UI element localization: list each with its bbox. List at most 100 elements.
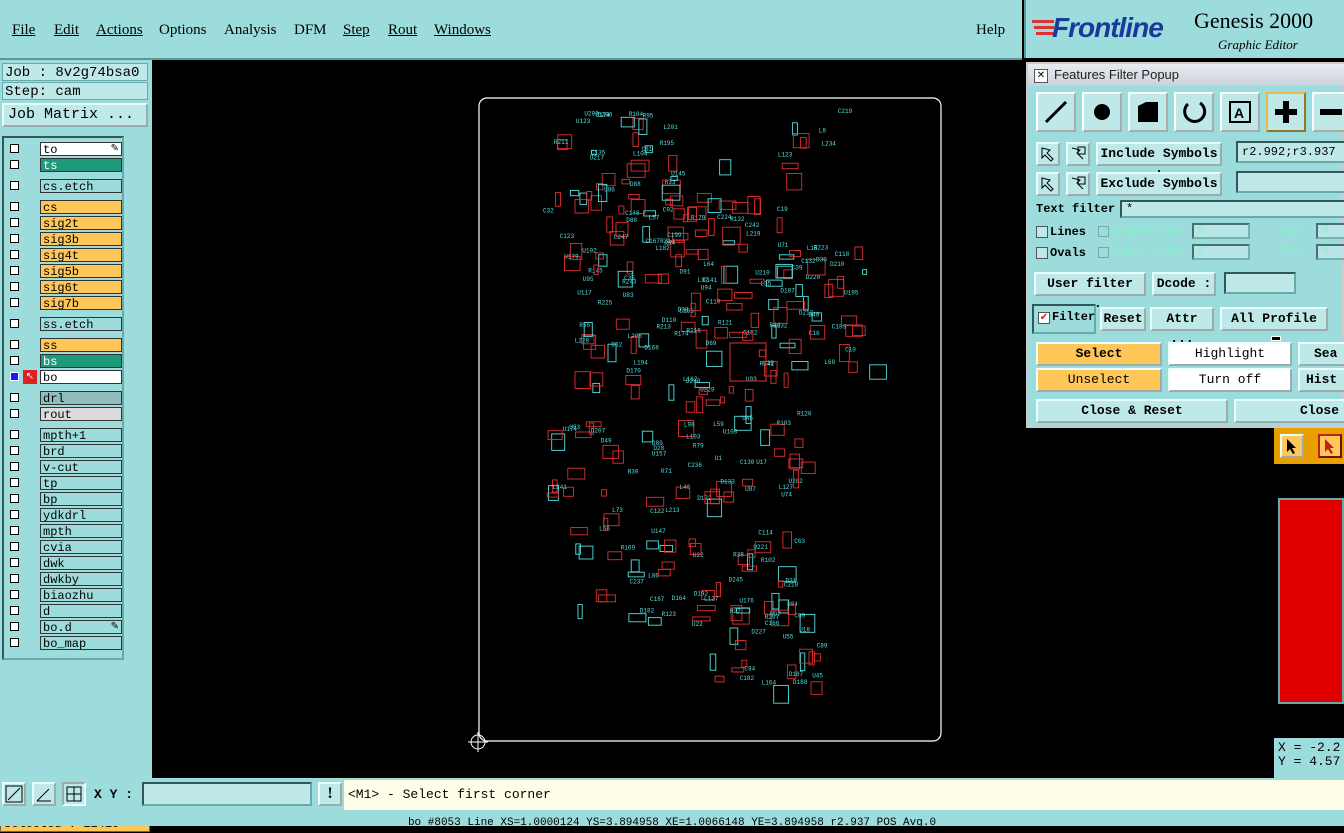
layer-checkbox[interactable] bbox=[10, 218, 19, 227]
layer-name[interactable]: brd bbox=[40, 444, 122, 459]
angle-max-field[interactable]: 0 bbox=[1316, 244, 1344, 260]
menu-dfm[interactable]: DFM bbox=[294, 22, 327, 39]
layer-checkbox[interactable] bbox=[10, 462, 19, 471]
select-button[interactable]: Select bbox=[1036, 342, 1162, 366]
layer-row-bo-map[interactable]: bo_map bbox=[6, 636, 122, 651]
layer-row-bo-d[interactable]: bo.d ✎ bbox=[6, 620, 122, 635]
layer-name[interactable]: biaozhu bbox=[40, 588, 122, 603]
layer-checkbox[interactable] bbox=[10, 250, 19, 259]
layer-checkbox[interactable] bbox=[10, 510, 19, 519]
measure-icon[interactable] bbox=[32, 782, 56, 806]
turn-off-button[interactable]: Turn off bbox=[1168, 368, 1292, 392]
layer-checkbox[interactable] bbox=[10, 340, 19, 349]
layer-row-to[interactable]: to ✎ bbox=[6, 142, 122, 157]
highlight-button[interactable]: Highlight bbox=[1168, 342, 1292, 366]
close-button[interactable]: Close bbox=[1234, 399, 1344, 423]
dcode-field[interactable] bbox=[1224, 272, 1296, 294]
layer-name[interactable]: mpth bbox=[40, 524, 122, 539]
layer-name[interactable]: dwkby bbox=[40, 572, 122, 587]
text-symbol-icon[interactable]: A bbox=[1220, 92, 1260, 132]
search-button[interactable]: Sea bbox=[1298, 342, 1344, 366]
layer-name[interactable]: ydkdrl bbox=[40, 508, 122, 523]
layer-row-bs[interactable]: bs bbox=[6, 354, 122, 369]
dcode-button[interactable]: Dcode : bbox=[1152, 272, 1216, 296]
layer-row-cs[interactable]: cs bbox=[6, 200, 122, 215]
layer-row-mpth[interactable]: mpth bbox=[6, 524, 122, 539]
layer-checkbox[interactable] bbox=[10, 558, 19, 567]
layer-checkbox[interactable] bbox=[10, 574, 19, 583]
pad-symbol-icon[interactable] bbox=[1082, 92, 1122, 132]
layer-row-tp[interactable]: tp bbox=[6, 476, 122, 491]
layer-name[interactable]: cs bbox=[40, 200, 122, 215]
include-pick-all-icon[interactable] bbox=[1066, 142, 1090, 166]
layer-row-ss[interactable]: ss bbox=[6, 338, 122, 353]
angle-checkbox[interactable] bbox=[1098, 247, 1109, 258]
job-matrix-button[interactable]: Job Matrix ... bbox=[2, 103, 148, 127]
include-symbols-button[interactable]: Include Symbols : bbox=[1096, 142, 1222, 181]
layer-checkbox[interactable] bbox=[10, 409, 19, 418]
layer-checkbox[interactable] bbox=[10, 526, 19, 535]
layer-checkbox[interactable] bbox=[10, 606, 19, 615]
layer-checkbox[interactable] bbox=[10, 446, 19, 455]
menu-options[interactable]: Options bbox=[159, 22, 207, 39]
layer-row-ydkdrl[interactable]: ydkdrl bbox=[6, 508, 122, 523]
overview-panel[interactable] bbox=[1278, 498, 1344, 704]
surface-symbol-icon[interactable] bbox=[1128, 92, 1168, 132]
menu-windows[interactable]: Windows bbox=[434, 22, 491, 39]
reset-button[interactable]: Reset bbox=[1100, 307, 1146, 331]
layer-name[interactable]: sig6t bbox=[40, 280, 122, 295]
layer-checkbox[interactable] bbox=[10, 430, 19, 439]
layer-row-d[interactable]: d bbox=[6, 604, 122, 619]
length-min-field[interactable]: 0 bbox=[1192, 223, 1250, 239]
layer-name[interactable]: tp bbox=[40, 476, 122, 491]
layer-row-biaozhu[interactable]: biaozhu bbox=[6, 588, 122, 603]
all-profile-dropdown[interactable]: All Profile bbox=[1220, 307, 1328, 342]
layer-row-brd[interactable]: brd bbox=[6, 444, 122, 459]
layer-checkbox[interactable] bbox=[10, 144, 19, 153]
layer-row-sig3b[interactable]: sig3b bbox=[6, 232, 122, 247]
layer-checkbox[interactable] bbox=[10, 282, 19, 291]
layer-checkbox[interactable] bbox=[10, 542, 19, 551]
layer-checkbox[interactable] bbox=[10, 372, 19, 381]
layer-checkbox[interactable] bbox=[10, 319, 19, 328]
line-symbol-icon[interactable] bbox=[1036, 92, 1076, 132]
layer-name[interactable]: bo_map bbox=[40, 636, 122, 651]
layer-row-mpth-1[interactable]: mpth+1 bbox=[6, 428, 122, 443]
pointer-icon[interactable] bbox=[1280, 434, 1304, 458]
layer-row-ts[interactable]: ts bbox=[6, 158, 122, 173]
alert-icon[interactable]: ! bbox=[318, 782, 342, 806]
length-checkbox[interactable] bbox=[1098, 226, 1109, 237]
layer-name[interactable]: sig7b bbox=[40, 296, 122, 311]
negative-polarity-icon[interactable] bbox=[1312, 92, 1344, 132]
close-reset-button[interactable]: Close & Reset bbox=[1036, 399, 1228, 423]
layer-row-rout[interactable]: rout bbox=[6, 407, 122, 422]
layer-name[interactable]: rout bbox=[40, 407, 122, 422]
layer-row-drl[interactable]: drl bbox=[6, 391, 122, 406]
layer-checkbox[interactable] bbox=[10, 160, 19, 169]
menu-step[interactable]: Step bbox=[343, 22, 370, 39]
select-pointer-icon[interactable] bbox=[1318, 434, 1342, 458]
layer-name[interactable]: ss.etch bbox=[40, 317, 122, 332]
zoom-area-icon[interactable] bbox=[2, 782, 26, 806]
lines-checkbox[interactable] bbox=[1036, 226, 1048, 238]
xy-input[interactable] bbox=[142, 782, 312, 806]
layer-row-bo[interactable]: ↖ bo bbox=[6, 370, 122, 385]
layer-name[interactable]: cs.etch bbox=[40, 179, 122, 194]
text-filter-field[interactable]: * bbox=[1120, 200, 1344, 218]
layer-name[interactable]: bp bbox=[40, 492, 122, 507]
layer-row-ss-etch[interactable]: ss.etch bbox=[6, 317, 122, 332]
layer-checkbox[interactable] bbox=[10, 298, 19, 307]
layer-name[interactable]: cvia bbox=[40, 540, 122, 555]
layer-name[interactable]: sig4t bbox=[40, 248, 122, 263]
unselect-button[interactable]: Unselect bbox=[1036, 368, 1162, 392]
layer-checkbox[interactable] bbox=[10, 638, 19, 647]
angle-min-field[interactable]: 0 bbox=[1192, 244, 1250, 260]
layer-name[interactable]: to ✎ bbox=[40, 142, 122, 157]
layer-row-cs-etch[interactable]: cs.etch bbox=[6, 179, 122, 194]
layer-row-sig5b[interactable]: sig5b bbox=[6, 264, 122, 279]
layer-checkbox[interactable] bbox=[10, 478, 19, 487]
user-filter-button[interactable]: User filter ... bbox=[1034, 272, 1146, 311]
menu-file[interactable]: File bbox=[12, 22, 35, 39]
layer-checkbox[interactable] bbox=[10, 494, 19, 503]
menu-help[interactable]: Help bbox=[976, 22, 1005, 39]
